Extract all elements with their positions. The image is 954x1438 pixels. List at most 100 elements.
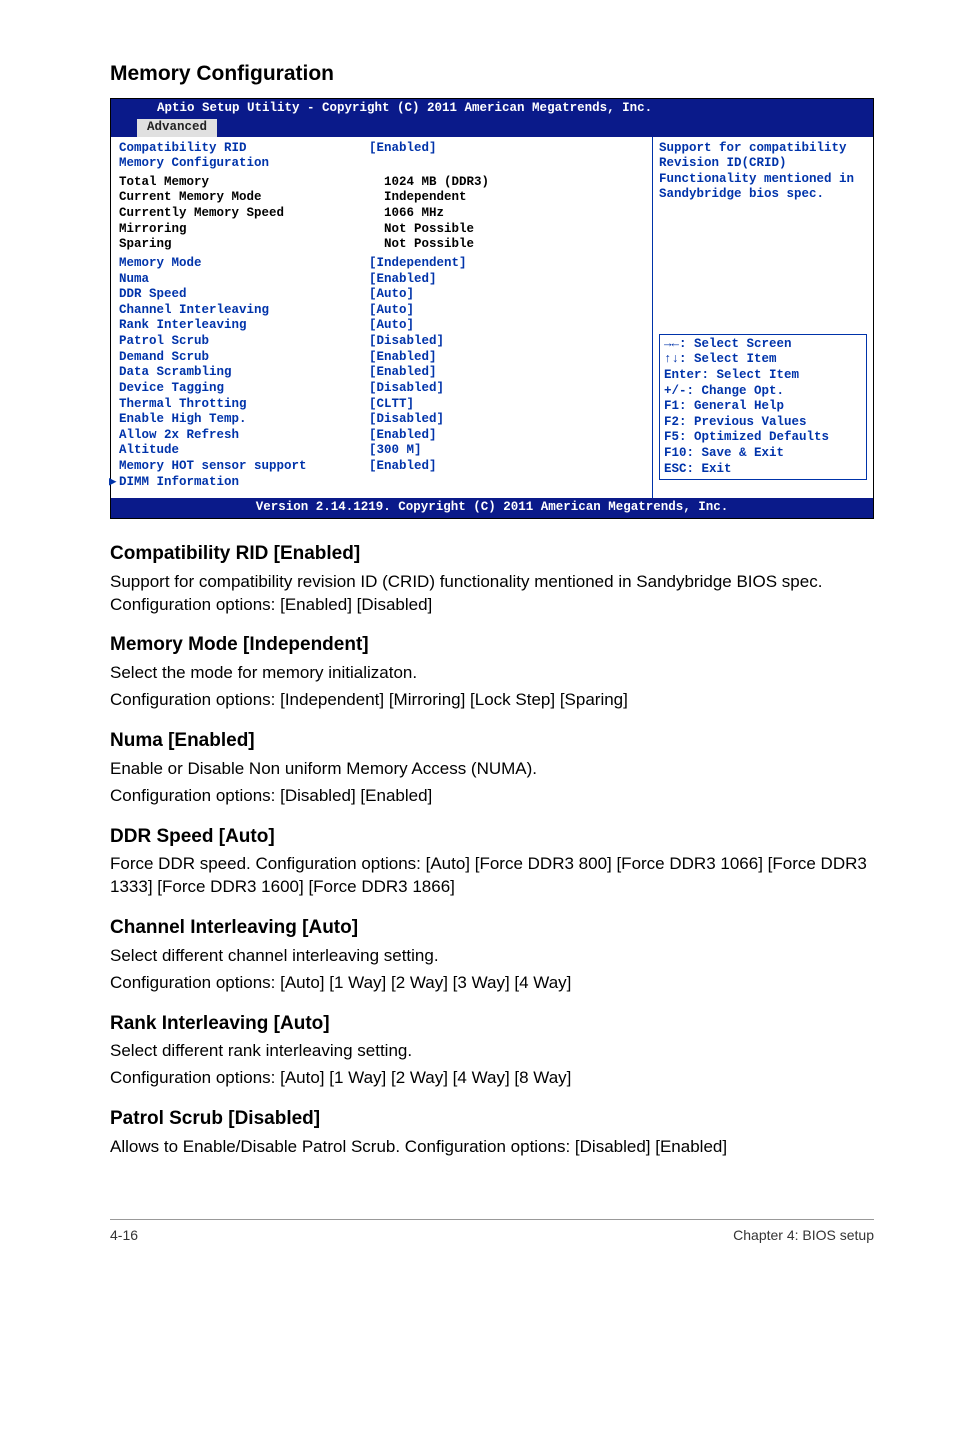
page-number: 4-16 xyxy=(110,1226,138,1245)
section-paragraph: Configuration options: [Auto] [1 Way] [2… xyxy=(110,972,874,995)
bios-setting-row[interactable]: Memory Mode[Independent] xyxy=(119,256,644,272)
bios-setting-row[interactable]: Rank Interleaving[Auto] xyxy=(119,318,644,334)
section-heading: Compatibility RID [Enabled] xyxy=(110,541,874,567)
bios-setting-value: [CLTT] xyxy=(369,397,414,413)
bios-setting-label: Altitude xyxy=(119,443,369,459)
bios-setting-row[interactable]: Sparing Not Possible xyxy=(119,237,644,253)
section-paragraph: Select different rank interleaving setti… xyxy=(110,1040,874,1063)
bios-setting-label: Channel Interleaving xyxy=(119,303,369,319)
bios-tab-advanced[interactable]: Advanced xyxy=(137,119,217,137)
bios-setting-value: [Disabled] xyxy=(369,381,444,397)
bios-setting-label: Enable High Temp. xyxy=(119,412,369,428)
bios-setting-value: [Auto] xyxy=(369,287,414,303)
bios-setting-label: Memory HOT sensor support xyxy=(119,459,369,475)
bios-key-line: F10: Save & Exit xyxy=(664,446,862,462)
bios-setting-row[interactable]: Thermal Throtting[CLTT] xyxy=(119,397,644,413)
bios-help-text: Support for compatibilityRevision ID(CRI… xyxy=(659,141,867,204)
bios-setting-value: [Enabled] xyxy=(369,365,437,381)
section-paragraph: Force DDR speed. Configuration options: … xyxy=(110,853,874,899)
bios-setting-value: 1024 MB (DDR3) xyxy=(369,175,489,191)
bios-help-pane: Support for compatibilityRevision ID(CRI… xyxy=(653,137,873,499)
bios-setting-label: Total Memory xyxy=(119,175,369,191)
bios-key-line: ESC: Exit xyxy=(664,462,862,478)
bios-setting-row[interactable]: Data Scrambling[Enabled] xyxy=(119,365,644,381)
bios-setting-label: Thermal Throtting xyxy=(119,397,369,413)
section-heading: Rank Interleaving [Auto] xyxy=(110,1011,874,1037)
bios-key-line: F1: General Help xyxy=(664,399,862,415)
bios-setting-row[interactable]: Memory Configuration xyxy=(119,156,644,172)
bios-help-line: Revision ID(CRID) xyxy=(659,156,867,172)
bios-setting-label: Compatibility RID xyxy=(119,141,369,157)
bios-setting-row[interactable]: Currently Memory Speed 1066 MHz xyxy=(119,206,644,222)
bios-setting-label: Numa xyxy=(119,272,369,288)
bios-setting-label: Memory Configuration xyxy=(119,156,369,172)
bios-setting-row[interactable]: Memory HOT sensor support[Enabled] xyxy=(119,459,644,475)
bios-setting-label: Mirroring xyxy=(119,222,369,238)
section-paragraph: Configuration options: [Independent] [Mi… xyxy=(110,689,874,712)
page-title: Memory Configuration xyxy=(110,60,874,88)
bios-key-line: Enter: Select Item xyxy=(664,368,862,384)
bios-setting-value: [Enabled] xyxy=(369,350,437,366)
bios-setting-label: Sparing xyxy=(119,237,369,253)
bios-key-line: ↑↓: Select Item xyxy=(664,352,862,368)
bios-setting-value: Not Possible xyxy=(369,237,474,253)
bios-setting-label: DDR Speed xyxy=(119,287,369,303)
bios-setting-row[interactable]: Channel Interleaving[Auto] xyxy=(119,303,644,319)
bios-setting-label: Memory Mode xyxy=(119,256,369,272)
bios-help-line: Support for compatibility xyxy=(659,141,867,157)
section-paragraph: Support for compatibility revision ID (C… xyxy=(110,571,874,617)
section-heading: Numa [Enabled] xyxy=(110,728,874,754)
bios-setting-label: Rank Interleaving xyxy=(119,318,369,334)
bios-panel: Aptio Setup Utility - Copyright (C) 2011… xyxy=(110,98,874,519)
bios-key-line: →←: Select Screen xyxy=(664,337,862,353)
section-heading: Patrol Scrub [Disabled] xyxy=(110,1106,874,1132)
bios-setting-value: [Auto] xyxy=(369,318,414,334)
bios-setting-label: Data Scrambling xyxy=(119,365,369,381)
bios-header: Aptio Setup Utility - Copyright (C) 2011… xyxy=(111,99,873,136)
bios-settings-list: Compatibility RID[Enabled]Memory Configu… xyxy=(111,137,653,499)
bios-setting-row[interactable]: Total Memory 1024 MB (DDR3) xyxy=(119,175,644,191)
bios-setting-value: [Enabled] xyxy=(369,428,437,444)
section-paragraph: Configuration options: [Auto] [1 Way] [2… xyxy=(110,1067,874,1090)
bios-setting-row[interactable]: Enable High Temp.[Disabled] xyxy=(119,412,644,428)
page-footer: 4-16 Chapter 4: BIOS setup xyxy=(110,1219,874,1245)
section-paragraph: Select different channel interleaving se… xyxy=(110,945,874,968)
bios-setting-value: [Enabled] xyxy=(369,459,437,475)
bios-setting-label: Currently Memory Speed xyxy=(119,206,369,222)
bios-setting-label: Demand Scrub xyxy=(119,350,369,366)
chapter-label: Chapter 4: BIOS setup xyxy=(733,1226,874,1245)
section-heading: DDR Speed [Auto] xyxy=(110,824,874,850)
bios-setting-label: Current Memory Mode xyxy=(119,190,369,206)
bios-setting-row[interactable]: Patrol Scrub[Disabled] xyxy=(119,334,644,350)
bios-setting-label: Allow 2x Refresh xyxy=(119,428,369,444)
section-heading: Memory Mode [Independent] xyxy=(110,632,874,658)
bios-setting-row[interactable]: Demand Scrub[Enabled] xyxy=(119,350,644,366)
bios-setting-row[interactable]: ▶DIMM Information xyxy=(119,475,644,491)
bios-setting-label: Patrol Scrub xyxy=(119,334,369,350)
bios-key-line: +/-: Change Opt. xyxy=(664,384,862,400)
bios-setting-row[interactable]: Mirroring Not Possible xyxy=(119,222,644,238)
submenu-arrow-icon: ▶ xyxy=(109,475,119,491)
bios-setting-row[interactable]: Numa[Enabled] xyxy=(119,272,644,288)
bios-setting-value: [300 M] xyxy=(369,443,422,459)
bios-setting-value: Independent xyxy=(369,190,467,206)
bios-setting-label: DIMM Information xyxy=(119,475,369,491)
bios-help-line: Functionality mentioned in xyxy=(659,172,867,188)
section-heading: Channel Interleaving [Auto] xyxy=(110,915,874,941)
bios-setting-row[interactable]: Compatibility RID[Enabled] xyxy=(119,141,644,157)
bios-setting-row[interactable]: Allow 2x Refresh[Enabled] xyxy=(119,428,644,444)
bios-setting-value: [Enabled] xyxy=(369,141,437,157)
bios-key-line: F5: Optimized Defaults xyxy=(664,430,862,446)
bios-setting-row[interactable]: Device Tagging[Disabled] xyxy=(119,381,644,397)
bios-setting-row[interactable]: DDR Speed[Auto] xyxy=(119,287,644,303)
bios-help-line: Sandybridge bios spec. xyxy=(659,187,867,203)
bios-setting-value: Not Possible xyxy=(369,222,474,238)
bios-setting-row[interactable]: Altitude[300 M] xyxy=(119,443,644,459)
bios-key-line: F2: Previous Values xyxy=(664,415,862,431)
section-paragraph: Select the mode for memory initializaton… xyxy=(110,662,874,685)
bios-setting-value: [Independent] xyxy=(369,256,467,272)
bios-setting-row[interactable]: Current Memory Mode Independent xyxy=(119,190,644,206)
bios-setting-value: [Disabled] xyxy=(369,412,444,428)
section-paragraph: Configuration options: [Disabled] [Enabl… xyxy=(110,785,874,808)
bios-footer: Version 2.14.1219. Copyright (C) 2011 Am… xyxy=(111,498,873,518)
